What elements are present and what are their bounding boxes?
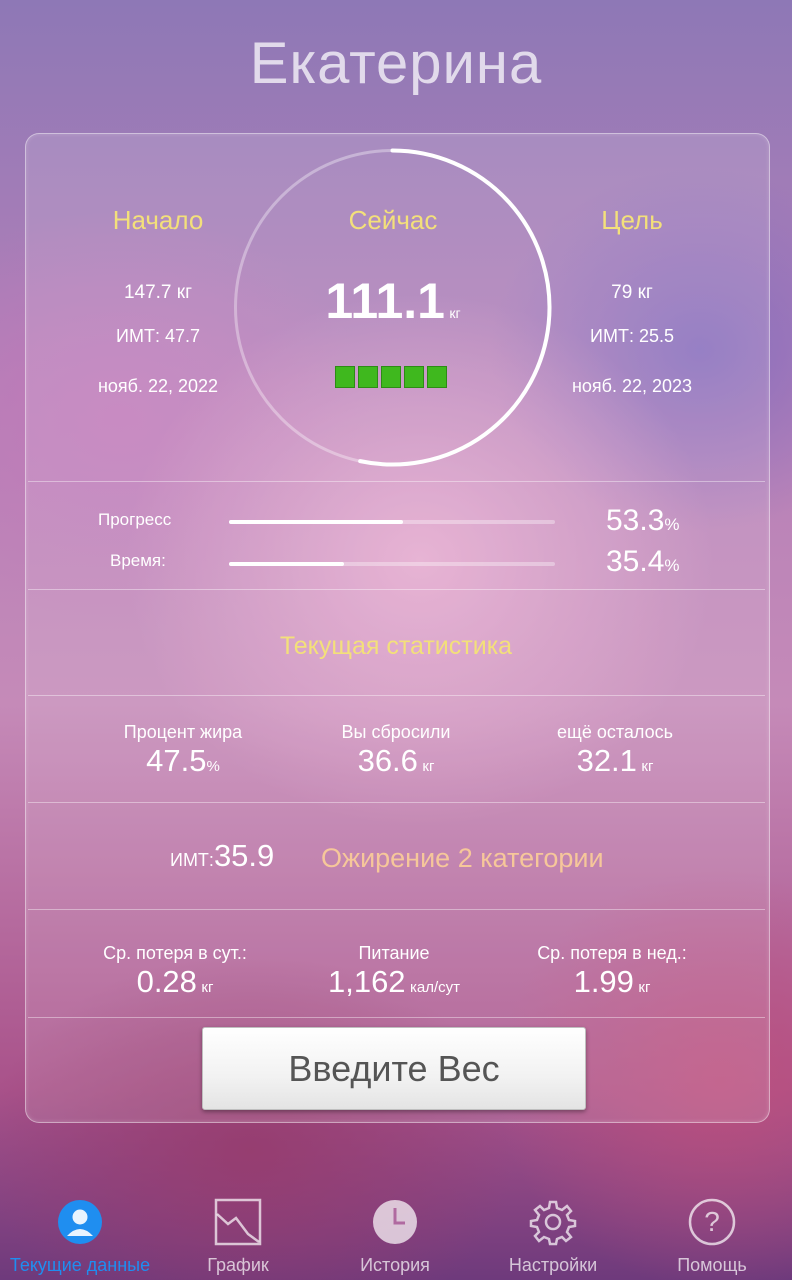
progress-unit: % — [664, 515, 680, 534]
current-stats-title: Текущая статистика — [279, 632, 513, 660]
fat-percent-stat: Процент жира 47.5% — [63, 722, 303, 779]
time-value: 35.4 — [606, 545, 665, 578]
daily-loss-stat: Ср. потеря в сут.: 0.28 кг — [55, 943, 295, 1000]
tab-history-label: История — [360, 1255, 430, 1275]
weekly-loss-value: 1.99 — [573, 964, 634, 999]
gear-icon — [529, 1200, 577, 1246]
separator — [28, 481, 765, 482]
now-weight-value: 111.1 — [325, 273, 445, 329]
tab-settings-label: Настройки — [508, 1255, 598, 1275]
bmi-label: ИМТ: — [170, 850, 214, 870]
tab-help[interactable]: ? Помощь — [632, 1180, 792, 1276]
tab-help-label: Помощь — [677, 1255, 747, 1275]
separator — [28, 589, 765, 590]
time-unit: % — [664, 556, 680, 575]
weekly-loss-label: Ср. потеря в нед.: — [537, 943, 687, 963]
nutrition-value: 1,162 — [327, 964, 406, 999]
clock-icon — [373, 1200, 417, 1244]
start-bmi: ИМТ: 47.7 — [116, 326, 200, 346]
nutrition-stat: Питание 1,162 кал/сут — [274, 943, 514, 1000]
goal-bmi: ИМТ: 25.5 — [590, 326, 674, 346]
remaining-label: ещё осталось — [557, 722, 673, 742]
now-weight-unit: кг — [449, 305, 461, 321]
daily-loss-value: 0.28 — [136, 964, 197, 999]
goal-weight: 79 кг — [611, 282, 653, 303]
nutrition-label: Питание — [358, 943, 430, 963]
now-weight: 111.1 кг — [273, 272, 513, 330]
tab-current-data[interactable]: Текущие данные — [0, 1180, 160, 1276]
goal-label: Цель — [601, 205, 663, 235]
user-name-title: Екатерина — [249, 31, 543, 96]
tab-current-data-label: Текущие данные — [9, 1255, 151, 1275]
time-label: Время: — [110, 551, 166, 570]
svg-text:?: ? — [704, 1206, 720, 1237]
lost-label: Вы сбросили — [341, 722, 451, 742]
tab-chart-label: График — [207, 1255, 269, 1275]
start-date: нояб. 22, 2022 — [97, 376, 219, 396]
goal-date: нояб. 22, 2023 — [571, 376, 693, 396]
progress-percent: 53.3% — [606, 504, 680, 538]
start-weight: 147.7 кг — [123, 282, 193, 303]
fat-percent-unit: % — [206, 758, 220, 775]
person-icon — [58, 1200, 102, 1244]
progress-segment — [381, 366, 401, 388]
fat-percent-label: Процент жира — [123, 722, 243, 742]
tab-bar: Текущие данные График История Настройки … — [0, 1180, 792, 1280]
bmi-value: 35.9 — [213, 838, 275, 873]
separator — [28, 695, 765, 696]
weight-progress-segments — [335, 366, 447, 388]
progress-segment — [404, 366, 424, 388]
weekly-loss-unit: кг — [638, 979, 651, 996]
chart-icon — [214, 1198, 262, 1246]
progress-bar-fill — [229, 520, 403, 524]
daily-loss-unit: кг — [201, 979, 214, 996]
tab-history[interactable]: История — [315, 1180, 475, 1276]
start-label: Начало — [112, 205, 204, 235]
progress-segment — [358, 366, 378, 388]
bmi-row: ИМТ:35.9 — [170, 838, 274, 874]
remaining-value: 32.1 — [576, 743, 637, 778]
now-label: Сейчас — [348, 205, 438, 235]
time-bar — [229, 562, 555, 566]
separator — [28, 909, 765, 910]
help-icon: ? — [688, 1198, 736, 1246]
enter-weight-button[interactable]: Введите Вес — [202, 1027, 586, 1110]
daily-loss-label: Ср. потеря в сут.: — [103, 943, 247, 963]
separator — [28, 802, 765, 803]
fat-percent-value: 47.5 — [146, 743, 207, 778]
progress-value: 53.3 — [606, 504, 665, 537]
lost-value: 36.6 — [357, 743, 418, 778]
progress-bar — [229, 520, 555, 524]
progress-label: Прогресс — [98, 510, 172, 529]
nutrition-unit: кал/сут — [410, 979, 461, 996]
progress-segment — [427, 366, 447, 388]
lost-unit: кг — [422, 758, 435, 775]
tab-chart[interactable]: График — [158, 1180, 318, 1276]
tab-settings[interactable]: Настройки — [473, 1180, 633, 1276]
separator — [28, 1017, 765, 1018]
weekly-loss-stat: Ср. потеря в нед.: 1.99 кг — [492, 943, 732, 1000]
remaining-unit: кг — [641, 758, 654, 775]
bmi-category: Ожирение 2 категории — [321, 843, 604, 873]
progress-segment — [335, 366, 355, 388]
lost-stat: Вы сбросили 36.6 кг — [276, 722, 516, 779]
time-percent: 35.4% — [606, 545, 680, 579]
remaining-stat: ещё осталось 32.1 кг — [495, 722, 735, 779]
time-bar-fill — [229, 562, 345, 566]
